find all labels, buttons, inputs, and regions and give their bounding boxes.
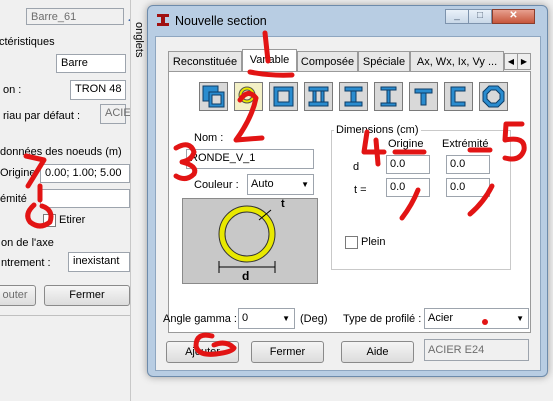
annotation-6-stroke [193, 332, 237, 357]
annotation-7-loop [25, 202, 54, 229]
annotation-overlay [23, 30, 527, 357]
annotation-1-underline [247, 69, 295, 78]
annotation-3-stroke [173, 142, 198, 182]
annotation-2-stroke [233, 91, 265, 143]
annotation-dot [482, 319, 488, 325]
annotation-5-stroke [502, 121, 527, 162]
annotation-slash-1 [399, 187, 421, 221]
annotation-1-stroke [262, 30, 271, 64]
annotation-7-stroke [23, 153, 47, 189]
annotation-slash-2 [467, 183, 495, 217]
annotation-4-stroke [361, 129, 387, 167]
